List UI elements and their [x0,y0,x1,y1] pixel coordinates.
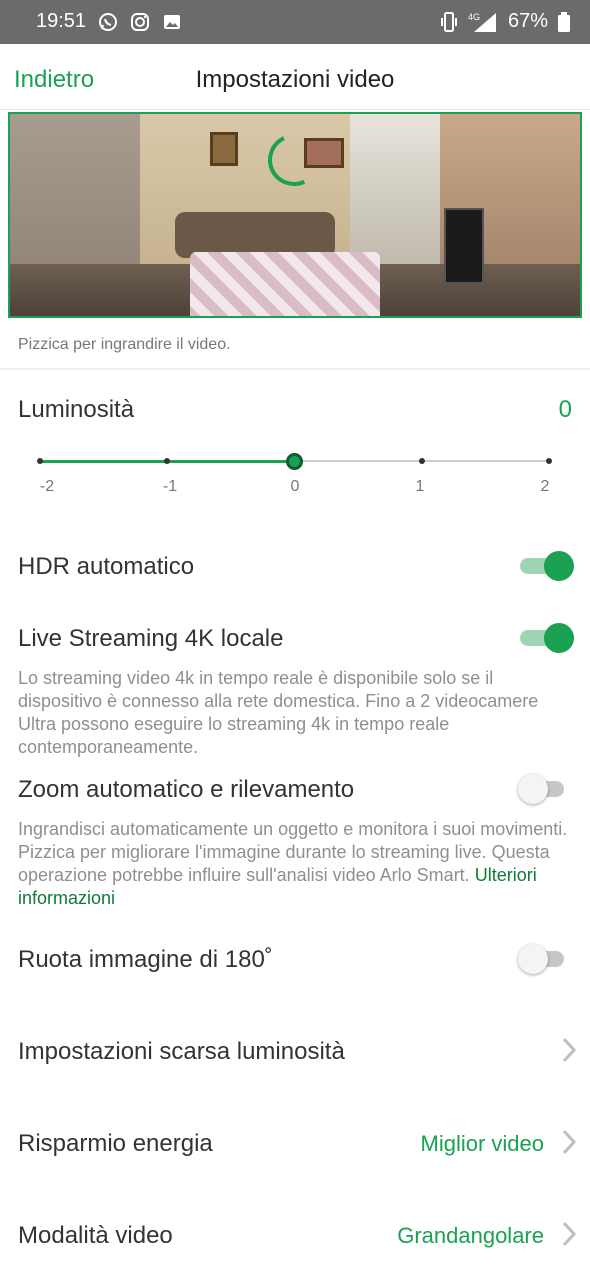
brightness-label: Luminosità [18,396,135,423]
slider-tick-label: 0 [290,478,300,495]
video-mode-row[interactable]: Modalità video [18,1222,173,1250]
video-preview[interactable] [8,112,582,318]
rotate-toggle[interactable] [518,943,568,974]
live4k-description: Lo streaming video 4k in tempo reale è d… [18,668,539,757]
toggle-knob [544,623,574,653]
brightness-slider[interactable] [37,453,552,470]
app-header: Indietro Impostazioni video [0,44,590,110]
scene-hallway [350,114,440,274]
instagram-icon [131,13,149,31]
toggle-knob [518,944,548,974]
rotate-label: Ruota immagine di 180˚ [18,946,273,973]
autozoom-description: Ingrandisci automaticamente un oggetto e… [18,818,578,910]
power-saving-row[interactable]: Risparmio energia [18,1130,213,1158]
slider-tick-label: -2 [39,478,55,495]
video-hint: Pizzica per ingrandire il video. [18,336,231,353]
chevron-right-icon [562,1037,577,1063]
toggle-knob [518,774,548,804]
chevron-right-icon [562,1129,577,1155]
chevron-right-icon [562,1221,577,1247]
battery-percent: 67% [507,10,548,32]
svg-text:4G: 4G [468,12,480,22]
hdr-label: HDR automatico [18,553,195,580]
slider-step[interactable] [546,458,552,464]
divider [0,368,590,370]
scene-tv [444,208,484,284]
signal-4g-icon: 4G [468,12,496,32]
live4k-toggle[interactable] [520,622,574,653]
whatsapp-icon [99,13,117,31]
status-bar: 19:51 4G 67% [0,0,590,44]
hdr-toggle[interactable] [520,550,574,581]
power-saving-value: Miglior video [420,1131,545,1156]
live4k-label: Live Streaming 4K locale [18,625,284,652]
battery-icon [558,11,570,32]
slider-tick-label: -1 [162,478,178,495]
gallery-icon [164,15,180,29]
lowlight-settings-row[interactable]: Impostazioni scarsa luminosità [18,1038,345,1066]
toggle-knob [544,551,574,581]
scene-picture-frame [210,132,238,166]
slider-tick-label: 2 [540,478,550,495]
slider-step[interactable] [37,458,43,464]
slider-step[interactable] [419,458,425,464]
autozoom-label: Zoom automatico e rilevamento [18,776,355,803]
slider-tick-label: 1 [415,478,425,495]
video-mode-value: Grandangolare [397,1223,544,1248]
slider-step[interactable] [164,458,170,464]
slider-thumb[interactable] [286,453,303,470]
scene-table [190,252,380,316]
brightness-value: 0 [558,396,572,423]
autozoom-toggle[interactable] [518,773,568,804]
vibrate-icon [440,11,457,32]
status-time: 19:51 [36,10,87,32]
page-title: Impostazioni video [195,66,395,93]
